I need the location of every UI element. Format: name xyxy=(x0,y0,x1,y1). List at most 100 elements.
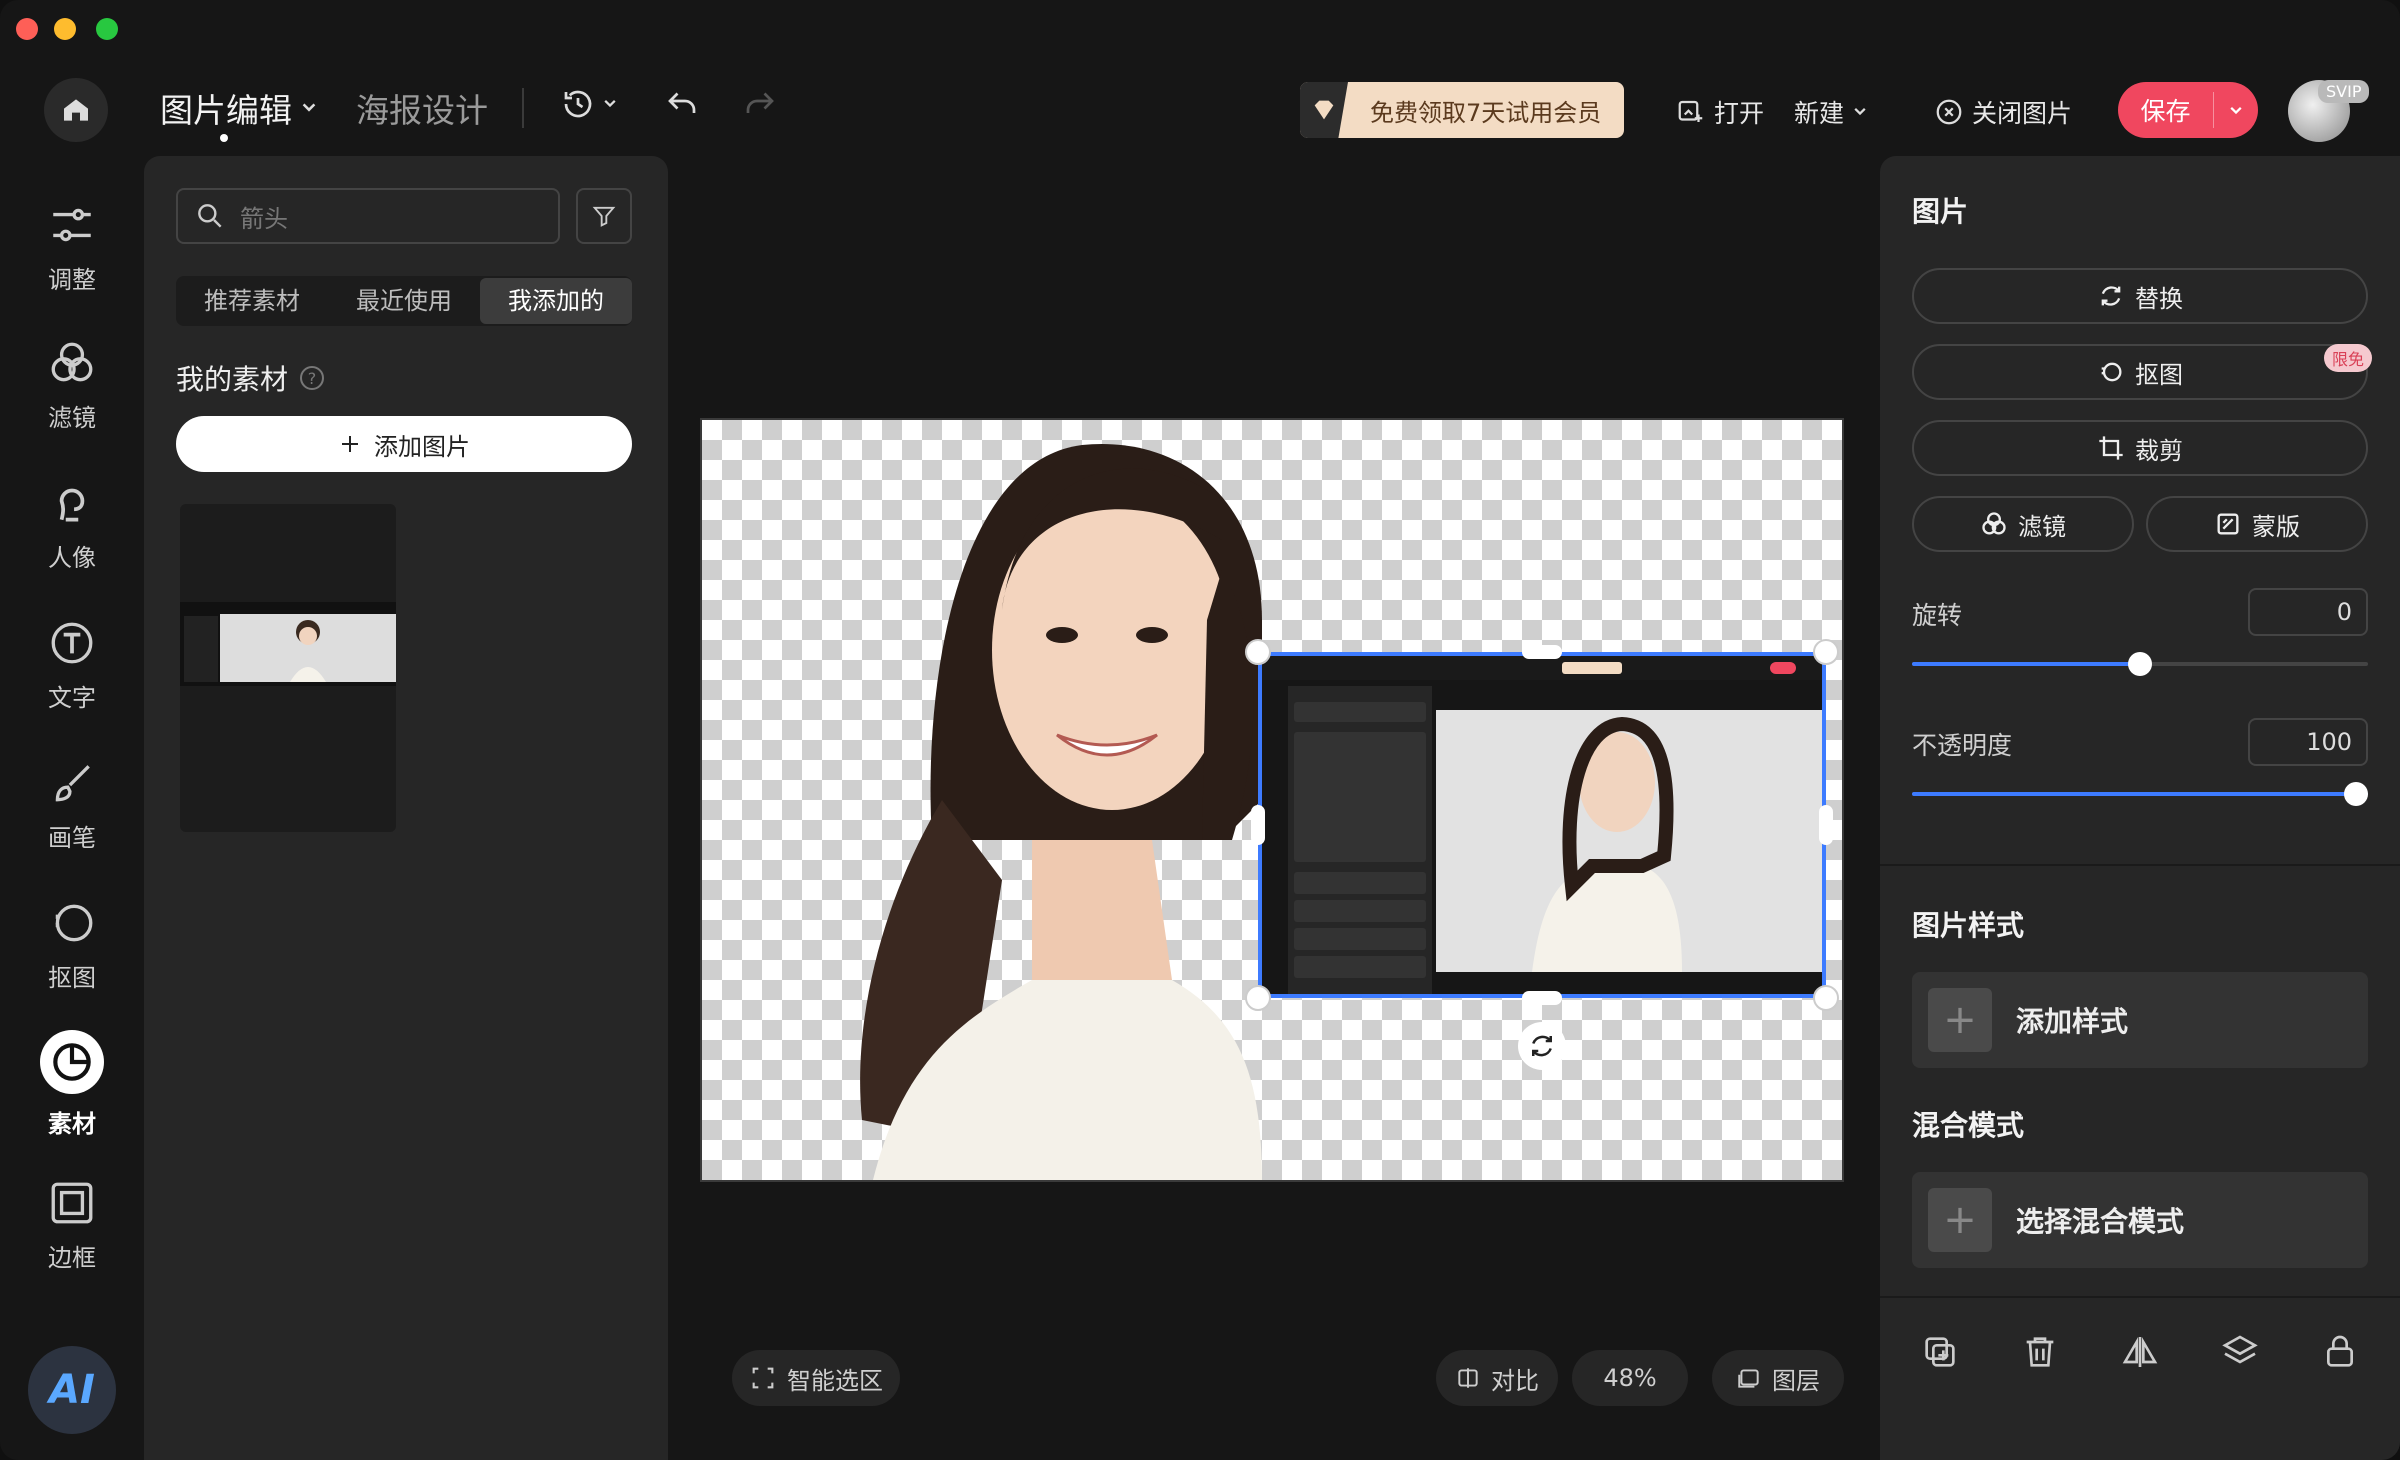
open-label: 打开 xyxy=(1714,99,1765,128)
rotate-slider-thumb[interactable] xyxy=(2128,652,2152,676)
asset-search[interactable]: 箭头 xyxy=(176,188,560,244)
rotate-slider[interactable] xyxy=(1912,652,2368,676)
resize-handle-tl[interactable] xyxy=(1245,639,1271,665)
resize-handle-top[interactable] xyxy=(1522,645,1562,659)
delete-icon[interactable] xyxy=(2020,1332,2060,1372)
brush-icon xyxy=(55,765,90,802)
layers-icon xyxy=(1738,1369,1759,1388)
tab-recent[interactable]: 最近使用 xyxy=(328,278,480,324)
nav-adjust[interactable]: 调整 xyxy=(0,200,144,295)
redo-button[interactable] xyxy=(742,86,778,122)
compare-icon xyxy=(1458,1368,1478,1388)
nav-portrait[interactable]: 人像 xyxy=(0,478,144,573)
filter-apply-button[interactable]: 滤镜 xyxy=(1912,496,2134,552)
cutout-icon xyxy=(55,904,93,942)
chevron-down-icon xyxy=(2230,106,2242,114)
undo-button[interactable] xyxy=(664,86,700,122)
active-tab-indicator xyxy=(220,134,228,142)
panel-divider xyxy=(1880,864,2400,866)
cutout-button[interactable]: 抠图 xyxy=(1912,344,2368,400)
panel-divider xyxy=(1880,1296,2400,1298)
choose-blend-mode-button[interactable]: + 选择混合模式 xyxy=(1912,1172,2368,1268)
portrait-icon xyxy=(59,488,85,522)
resize-handle-left[interactable] xyxy=(1251,805,1265,845)
svip-badge: SVIP xyxy=(2318,80,2370,103)
duplicate-icon[interactable] xyxy=(1920,1332,1960,1372)
refresh-icon xyxy=(2101,286,2121,306)
crop-button[interactable]: 裁剪 xyxy=(1912,420,2368,476)
nav-label: 人像 xyxy=(48,544,96,572)
tab-my-added[interactable]: 我添加的 xyxy=(480,278,632,324)
resize-handle-bl[interactable] xyxy=(1245,985,1271,1011)
plus-icon: + xyxy=(1928,988,1992,1052)
layers-label: 图层 xyxy=(1772,1366,1820,1395)
layers-button[interactable]: 图层 xyxy=(1712,1350,1844,1406)
ai-assistant-button[interactable]: AI xyxy=(28,1346,116,1434)
opacity-input[interactable]: 100 xyxy=(2248,718,2368,766)
save-label: 保存 xyxy=(2118,92,2214,128)
redo-icon xyxy=(746,92,774,113)
zoom-level[interactable]: 48% xyxy=(1572,1350,1688,1406)
rotate-label: 旋转 xyxy=(1912,601,1963,630)
lock-icon[interactable] xyxy=(2320,1332,2360,1372)
open-button[interactable]: 打开 xyxy=(1676,94,1764,130)
save-button[interactable]: 保存 xyxy=(2118,82,2258,138)
rotate-handle[interactable] xyxy=(1518,1022,1566,1070)
mask-label: 蒙版 xyxy=(2252,512,2300,541)
replace-button[interactable]: 替换 xyxy=(1912,268,2368,324)
overlay-image-element[interactable] xyxy=(1258,652,1826,998)
opacity-slider-thumb[interactable] xyxy=(2344,782,2368,806)
tab-image-edit[interactable]: 图片编辑 xyxy=(160,84,318,132)
screenshot-thumbnail xyxy=(180,602,396,686)
nav-label: 画笔 xyxy=(48,824,96,852)
asset-thumbnail[interactable] xyxy=(180,504,396,832)
resize-handle-right[interactable] xyxy=(1819,805,1833,845)
mask-icon xyxy=(2217,513,2239,535)
material-icon xyxy=(53,1043,91,1081)
close-circle-icon xyxy=(1936,99,1962,125)
compare-button[interactable]: 对比 xyxy=(1436,1350,1558,1406)
ai-label: AI xyxy=(49,1367,95,1413)
home-icon xyxy=(64,99,88,121)
blend-mode-title: 混合模式 xyxy=(1912,1109,2025,1142)
nav-text[interactable]: 文字 xyxy=(0,618,144,713)
new-button[interactable]: 新建 xyxy=(1794,94,1868,130)
add-style-button[interactable]: + 添加样式 xyxy=(1912,972,2368,1068)
nav-cutout[interactable]: 抠图 xyxy=(0,898,144,993)
asset-tabs: 推荐素材 最近使用 我添加的 xyxy=(176,276,632,326)
diamond-icon xyxy=(1314,100,1334,120)
help-icon[interactable]: ? xyxy=(300,366,325,390)
promo-banner[interactable]: 免费领取7天试用会员 xyxy=(1300,82,1624,138)
add-image-label: 添加图片 xyxy=(374,432,470,461)
search-input[interactable]: 箭头 xyxy=(240,199,288,234)
save-options-button[interactable] xyxy=(2214,96,2258,125)
replace-label: 替换 xyxy=(2135,284,2183,313)
plus-icon: + xyxy=(1928,1188,1992,1252)
rotate-input[interactable]: 0 xyxy=(2248,588,2368,636)
nav-frame[interactable]: 边框 xyxy=(0,1178,144,1273)
layer-order-icon[interactable] xyxy=(2220,1332,2260,1372)
filter-button[interactable] xyxy=(576,188,632,244)
resize-handle-tr[interactable] xyxy=(1813,639,1839,665)
resize-handle-bottom[interactable] xyxy=(1522,991,1562,1005)
filter-icon xyxy=(1982,512,2006,535)
smart-select-button[interactable]: 智能选区 xyxy=(732,1350,900,1406)
nav-material[interactable]: 素材 xyxy=(0,1030,144,1139)
undo-icon xyxy=(668,92,696,113)
nav-brush[interactable]: 画笔 xyxy=(0,758,144,853)
tab-recommended[interactable]: 推荐素材 xyxy=(176,278,328,324)
close-image-label: 关闭图片 xyxy=(1972,99,2073,128)
history-button[interactable] xyxy=(560,86,618,122)
resize-handle-br[interactable] xyxy=(1813,985,1839,1011)
chevron-down-icon xyxy=(302,103,316,112)
close-image-button[interactable]: 关闭图片 xyxy=(1934,94,2072,130)
flip-icon[interactable] xyxy=(2120,1332,2160,1372)
opacity-slider[interactable] xyxy=(1912,782,2368,806)
compare-label: 对比 xyxy=(1491,1366,1539,1395)
tab-poster-design[interactable]: 海报设计 xyxy=(356,84,488,132)
home-button[interactable] xyxy=(44,78,108,142)
mask-button[interactable]: 蒙版 xyxy=(2146,496,2368,552)
nav-label: 素材 xyxy=(48,1110,96,1138)
nav-filter[interactable]: 滤镜 xyxy=(0,338,144,433)
add-image-button[interactable]: 添加图片 xyxy=(176,416,632,472)
